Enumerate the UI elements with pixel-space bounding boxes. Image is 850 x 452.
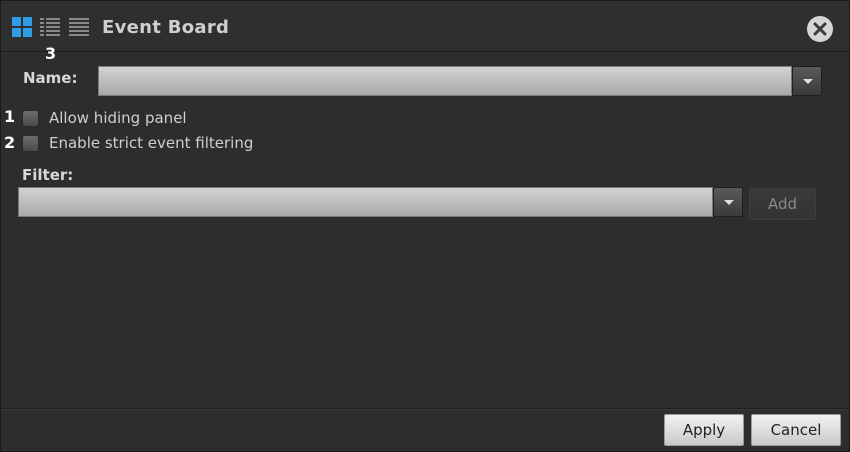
filter-dropdown-button[interactable] [713, 187, 743, 217]
footer-divider-highlight [1, 409, 849, 410]
cancel-button[interactable]: Cancel [751, 414, 841, 446]
filter-input[interactable] [19, 188, 712, 216]
strict-event-filtering-label: Enable strict event filtering [49, 134, 254, 152]
close-button[interactable] [807, 16, 833, 42]
name-combobox[interactable] [98, 66, 792, 96]
apply-button[interactable]: Apply [664, 414, 744, 446]
filter-combobox[interactable] [18, 187, 713, 217]
allow-hiding-panel-label: Allow hiding panel [49, 109, 187, 127]
allow-hiding-panel-checkbox[interactable] [22, 110, 39, 127]
annotation-3: 3 [45, 44, 57, 63]
filter-label: Filter: [22, 166, 74, 184]
grid-view-icon[interactable] [12, 17, 32, 37]
name-input[interactable] [99, 67, 791, 95]
close-icon [813, 22, 827, 36]
event-board-dialog: Event Board 3 1 2 Name: Allow hiding pan… [0, 0, 850, 452]
title-bar: Event Board [1, 1, 849, 52]
list-detail-view-icon[interactable] [40, 17, 60, 37]
name-label: Name: [23, 69, 78, 87]
list-view-icon[interactable] [69, 17, 89, 37]
annotation-1: 1 [4, 107, 16, 126]
annotation-2: 2 [4, 133, 16, 152]
add-button[interactable]: Add [749, 188, 816, 220]
strict-event-filtering-checkbox[interactable] [22, 135, 39, 152]
dialog-title: Event Board [102, 17, 230, 38]
name-dropdown-button[interactable] [792, 66, 822, 96]
